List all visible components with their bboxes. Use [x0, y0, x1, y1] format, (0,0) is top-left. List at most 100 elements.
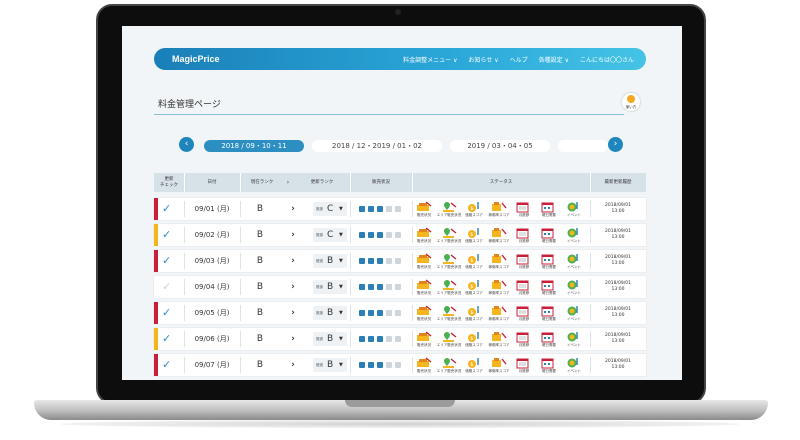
status-label: 月推移: [518, 317, 530, 321]
help-label: 使い方: [625, 105, 637, 109]
svg-text:$: $: [470, 310, 473, 316]
status-label: 月推移: [518, 369, 530, 373]
status-label: エリア販売状況: [436, 213, 462, 217]
new-rank-select[interactable]: 推奨 C ▼: [313, 202, 347, 216]
status-label: 月推移: [518, 213, 530, 217]
sales-level-square: [395, 362, 401, 368]
rank-label: 推奨: [316, 207, 323, 211]
update-checkbox[interactable]: ✓: [162, 358, 171, 372]
period-pill-1[interactable]: 2018 / 09・10・11: [204, 140, 304, 152]
sales-level-square: [386, 232, 392, 238]
status-label: 価格スコア: [465, 343, 483, 347]
new-rank-select[interactable]: 推奨 B ▼: [313, 306, 347, 320]
new-rank-value: B: [327, 334, 334, 344]
table-row[interactable]: ✓ 09/02 (月) B › 推奨 C ▼ 販売状況 エリア販売状況 $ 価格スコア 稼働率…: [154, 224, 646, 246]
status-label: エリア販売状況: [436, 369, 462, 373]
status-label: イベント: [567, 369, 581, 373]
update-checkbox[interactable]: ✓: [162, 306, 171, 320]
status-label: 価格スコア: [465, 291, 483, 295]
sales-level-square: [359, 362, 365, 368]
status-label: 価格スコア: [465, 265, 483, 269]
table-row[interactable]: ✓ 09/01 (月) B › 推奨 C ▼ 販売状況 エリア販売状況 $ 価格スコア 稼働率…: [154, 198, 646, 220]
sales-level-square: [377, 232, 383, 238]
new-rank-select[interactable]: 推奨 B ▼: [313, 332, 347, 346]
table-row[interactable]: ✓ 09/07 (月) B › 推奨 B ▼ 販売状況 エリア販売状況 $ 価格スコア 稼働率…: [154, 354, 646, 376]
status-label: エリア販売状況: [436, 317, 462, 321]
update-checkbox[interactable]: ✓: [162, 332, 171, 346]
sales-level-square: [368, 258, 374, 264]
svg-text:$: $: [470, 258, 473, 264]
sales-level-square: [386, 336, 392, 342]
new-rank-value: B: [327, 282, 334, 292]
arrow-right-icon: ›: [291, 334, 295, 344]
status-label: 稼働率スコア: [488, 265, 510, 269]
current-rank: B: [256, 204, 264, 214]
new-rank-select[interactable]: 推奨 B ▼: [313, 358, 347, 372]
period-pill-2[interactable]: 2018 / 12・2019 / 01・02: [312, 140, 442, 152]
status-label: エリア販売状況: [436, 265, 462, 269]
table-row[interactable]: ✓ 09/04 (月) B › 推奨 B ▼ 販売状況 エリア販売状況 $ 価格スコア 稼働率…: [154, 276, 646, 298]
title-divider: [154, 114, 624, 115]
sales-level-square: [368, 284, 374, 290]
status-label: 稼働率スコア: [488, 291, 510, 295]
camera-icon: [395, 9, 401, 15]
new-rank-value: C: [327, 204, 334, 214]
period-pill-3[interactable]: 2019 / 03・04・05: [450, 140, 550, 152]
update-checkbox[interactable]: ✓: [162, 228, 171, 242]
status-label: エリア販売状況: [436, 239, 462, 243]
status-label: イベント: [567, 239, 581, 243]
laptop-shadow: [60, 420, 740, 428]
status-label: 月推移: [518, 343, 530, 347]
page-title: 料金管理ページ: [158, 100, 221, 110]
row-date: 09/06 (月): [194, 335, 230, 343]
next-period-button[interactable]: ›: [608, 137, 623, 152]
nav-price-menu[interactable]: 料金調整メニュー ∨: [403, 55, 457, 64]
sales-level-square: [386, 310, 392, 316]
sales-level-square: [359, 284, 365, 290]
current-rank: B: [256, 360, 264, 370]
svg-text:$: $: [470, 336, 473, 342]
priority-bar: [154, 302, 158, 324]
current-rank: B: [256, 230, 264, 240]
new-rank-value: B: [327, 256, 334, 266]
caret-down-icon: ▼: [339, 232, 343, 238]
update-checkbox[interactable]: ✓: [162, 254, 171, 268]
nav-help[interactable]: ヘルプ: [510, 55, 528, 64]
priority-bar: [154, 198, 158, 220]
arrow-right-icon: ›: [291, 360, 295, 370]
period-pill-4[interactable]: [558, 140, 608, 152]
status-label: 価格スコア: [465, 213, 483, 217]
prev-period-button[interactable]: ‹: [179, 137, 194, 152]
table-row[interactable]: ✓ 09/06 (月) B › 推奨 B ▼ 販売状況 エリア販売状況 $ 価格スコア 稼働率…: [154, 328, 646, 350]
nav-news[interactable]: お知らせ ∨: [468, 55, 498, 64]
table-row[interactable]: ✓ 09/03 (月) B › 推奨 B ▼ 販売状況 エリア販売状況 $ 価格スコア 稼働率…: [154, 250, 646, 272]
status-label: 価格スコア: [465, 317, 483, 321]
current-rank: B: [256, 334, 264, 344]
table-row[interactable]: ✓ 09/05 (月) B › 推奨 B ▼ 販売状況 エリア販売状況 $ 価格スコア 稼働率…: [154, 302, 646, 324]
svg-text:$: $: [470, 284, 473, 290]
new-rank-select[interactable]: 推奨 B ▼: [313, 280, 347, 294]
status-label: 販売状況: [417, 291, 431, 295]
status-label: 月推移: [518, 239, 530, 243]
status-label: 稼働率スコア: [488, 369, 510, 373]
last-update: 2018/09/01 13:00: [605, 281, 631, 292]
status-label: 曜日需要: [542, 265, 556, 269]
help-button[interactable]: 使い方: [622, 93, 640, 111]
sales-level-square: [368, 232, 374, 238]
nav-settings[interactable]: 各種設定 ∨: [539, 55, 569, 64]
arrow-right-icon: ›: [291, 308, 295, 318]
app-logo[interactable]: MagicPrice: [172, 54, 220, 64]
rank-label: 推奨: [316, 259, 323, 263]
nav-user-greeting[interactable]: こんにちは〇〇さん: [580, 55, 634, 64]
update-checkbox[interactable]: ✓: [162, 280, 171, 294]
update-checkbox[interactable]: ✓: [162, 202, 171, 216]
new-rank-select[interactable]: 推奨 B ▼: [313, 254, 347, 268]
screen: MagicPrice 料金調整メニュー ∨ お知らせ ∨ ヘルプ 各種設定 ∨ …: [122, 26, 682, 380]
row-date: 09/04 (月): [194, 283, 230, 291]
sales-level-square: [359, 232, 365, 238]
current-rank: B: [256, 256, 264, 266]
new-rank-select[interactable]: 推奨 C ▼: [313, 228, 347, 242]
caret-down-icon: ▼: [339, 336, 343, 342]
priority-bar: [154, 354, 158, 376]
last-update: 2018/09/01 13:00: [605, 307, 631, 318]
